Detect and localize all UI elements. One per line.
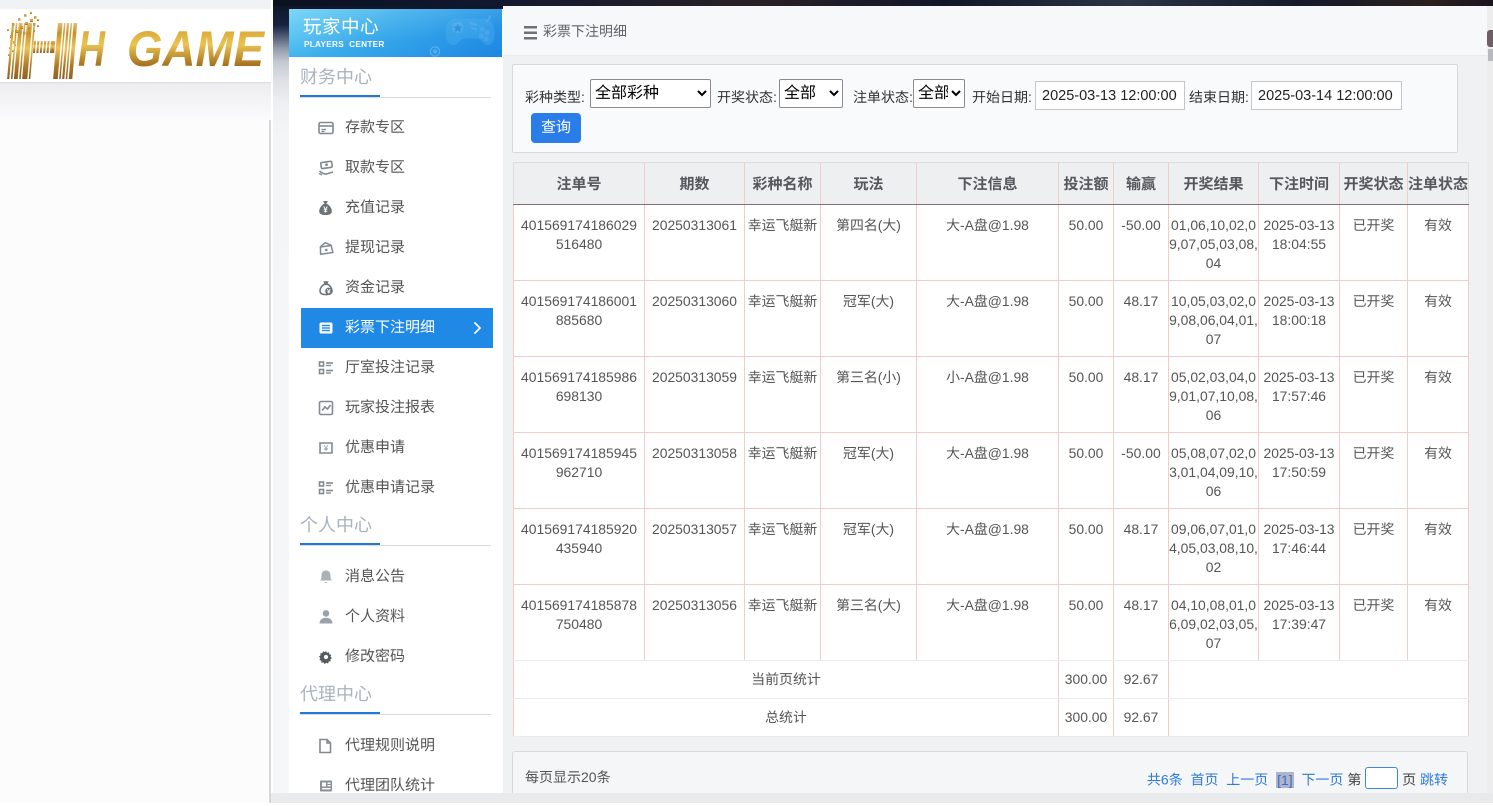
svg-text:¥: ¥ [323, 206, 328, 215]
svg-text:¥: ¥ [327, 289, 331, 296]
svg-text:GAME: GAME [127, 21, 266, 77]
svg-text:H: H [78, 21, 106, 77]
svg-text:¥: ¥ [323, 444, 329, 453]
